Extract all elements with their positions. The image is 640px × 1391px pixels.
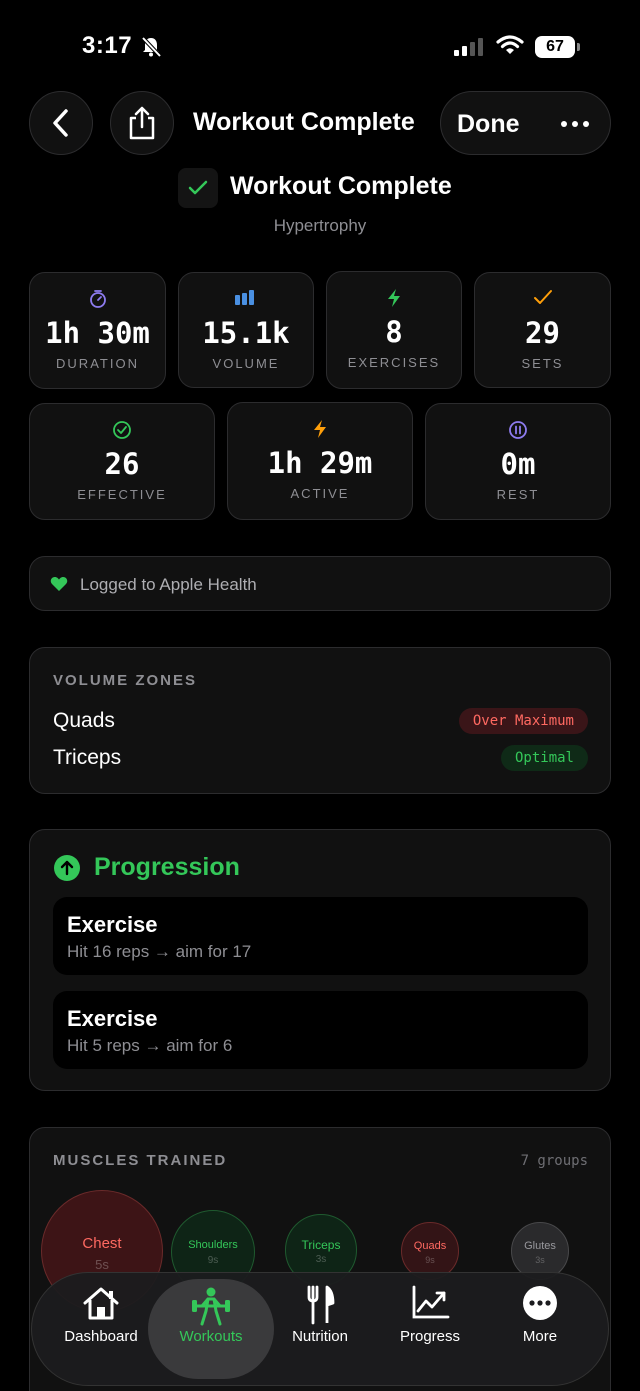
- back-button[interactable]: [29, 91, 93, 155]
- share-button[interactable]: [110, 91, 174, 155]
- muscle-name: Triceps: [301, 1238, 341, 1252]
- stat-value: 8: [385, 315, 403, 349]
- progression-item[interactable]: Exercise Hit 16 reps → aim for 17: [53, 897, 588, 975]
- muscle-group-count: 7 groups: [520, 1153, 588, 1169]
- timer-icon: [89, 290, 106, 308]
- section-title: VOLUME ZONES: [53, 672, 198, 689]
- more-options-icon[interactable]: [561, 121, 589, 127]
- stat-value: 29: [525, 316, 560, 350]
- stat-sets: 29 SETS: [474, 272, 611, 388]
- fork-knife-icon: [307, 1285, 335, 1325]
- stat-label: VOLUME: [212, 356, 280, 371]
- exercise-detail: Hit 16 reps → aim for 17: [67, 942, 252, 961]
- stat-label: SETS: [521, 356, 564, 371]
- more-icon: [523, 1286, 557, 1320]
- muscle-sets: 5s: [95, 1257, 109, 1272]
- exercise-name: Exercise: [67, 1006, 158, 1031]
- progression-card: Progression Exercise Hit 16 reps → aim f…: [29, 829, 611, 1091]
- stat-label: EXERCISES: [347, 355, 441, 370]
- tab-label: Progress: [399, 1328, 461, 1345]
- arrow-up-circle-icon: [54, 855, 80, 881]
- stat-exercises: 8 EXERCISES: [326, 271, 462, 389]
- zone-status-badge: Optimal: [500, 745, 588, 771]
- stat-value: 0m: [500, 447, 536, 481]
- health-status-text: Logged to Apple Health: [80, 575, 257, 594]
- muscle-sets: 9s: [207, 1255, 219, 1266]
- tab-more[interactable]: More: [485, 1273, 595, 1387]
- tab-nutrition[interactable]: Nutrition: [265, 1273, 375, 1387]
- stat-rest: 0m REST: [425, 403, 611, 520]
- exercise-detail: Hit 5 reps → aim for 6: [67, 1036, 233, 1055]
- apple-health-banner: Logged to Apple Health: [29, 556, 611, 611]
- muscle-sets: 3s: [315, 1254, 327, 1265]
- muscle-name: Shoulders: [188, 1239, 238, 1251]
- muscle-sets: 9s: [425, 1255, 435, 1265]
- tab-label: Dashboard: [64, 1328, 138, 1345]
- muscle-name: Chest: [82, 1235, 122, 1252]
- stat-volume: 15.1k VOLUME: [178, 272, 314, 388]
- muscle-sets: 3s: [535, 1255, 545, 1265]
- bell-slash-icon: [141, 36, 162, 58]
- section-title: MUSCLES TRAINED: [53, 1152, 228, 1169]
- stat-duration: 1h 30m DURATION: [29, 272, 166, 389]
- actions-pill: Done: [440, 91, 611, 155]
- page-title: Workout Complete: [230, 172, 452, 200]
- battery-indicator: 67: [535, 36, 580, 58]
- progression-item[interactable]: Exercise Hit 5 reps → aim for 6: [53, 991, 588, 1069]
- stat-value: 1h 30m: [45, 316, 150, 350]
- zone-status-badge: Over Maximum: [458, 708, 588, 734]
- bar-chart-icon: [235, 290, 254, 305]
- stat-label: REST: [496, 487, 540, 502]
- bolt-icon: [388, 289, 400, 307]
- share-icon: [129, 106, 155, 140]
- cellular-signal-icon: [454, 36, 483, 56]
- weightlifter-icon: [192, 1287, 230, 1326]
- stat-value: 15.1k: [202, 316, 290, 350]
- check-icon: [188, 180, 208, 195]
- tab-bar: Dashboard Workouts Nutrition Progress Mo…: [31, 1272, 609, 1386]
- status-time: 3:17: [82, 32, 133, 59]
- status-bar: 3:17 67: [0, 0, 640, 90]
- tab-dashboard[interactable]: Dashboard: [46, 1273, 156, 1387]
- tab-label: Workouts: [179, 1328, 243, 1345]
- heart-icon: [50, 577, 68, 591]
- check-icon: [533, 290, 552, 304]
- exercise-name: Exercise: [67, 912, 158, 937]
- house-icon: [83, 1287, 119, 1320]
- done-button[interactable]: Done: [457, 110, 520, 139]
- chevron-left-icon: [53, 109, 68, 137]
- checkmark-badge: [178, 168, 218, 208]
- stat-label: EFFECTIVE: [77, 487, 167, 502]
- tab-workouts[interactable]: Workouts: [148, 1279, 274, 1379]
- tab-label: More: [522, 1328, 558, 1345]
- stat-effective: 26 EFFECTIVE: [29, 403, 215, 520]
- nav-title: Workout Complete: [193, 108, 415, 136]
- tab-label: Nutrition: [292, 1328, 348, 1345]
- chart-icon: [412, 1285, 450, 1319]
- stat-label: ACTIVE: [290, 486, 350, 501]
- stat-label: DURATION: [56, 356, 139, 371]
- muscle-name: Glutes: [524, 1240, 556, 1252]
- pause-circle-icon: [509, 421, 527, 439]
- bolt-icon: [314, 420, 326, 438]
- volume-zones-card: VOLUME ZONES Quads Over Maximum Triceps …: [29, 647, 611, 794]
- progression-title: Progression: [94, 853, 240, 881]
- zone-muscle: Quads: [53, 709, 115, 732]
- workout-type: Hypertrophy: [273, 216, 367, 235]
- stat-value: 1h 29m: [267, 446, 373, 480]
- wifi-icon: [496, 35, 524, 54]
- check-circle-icon: [113, 421, 131, 439]
- tab-progress[interactable]: Progress: [375, 1273, 485, 1387]
- zone-muscle: Triceps: [53, 746, 122, 769]
- muscle-name: Quads: [413, 1240, 447, 1252]
- stat-value: 26: [104, 447, 140, 481]
- stat-active: 1h 29m ACTIVE: [227, 402, 413, 520]
